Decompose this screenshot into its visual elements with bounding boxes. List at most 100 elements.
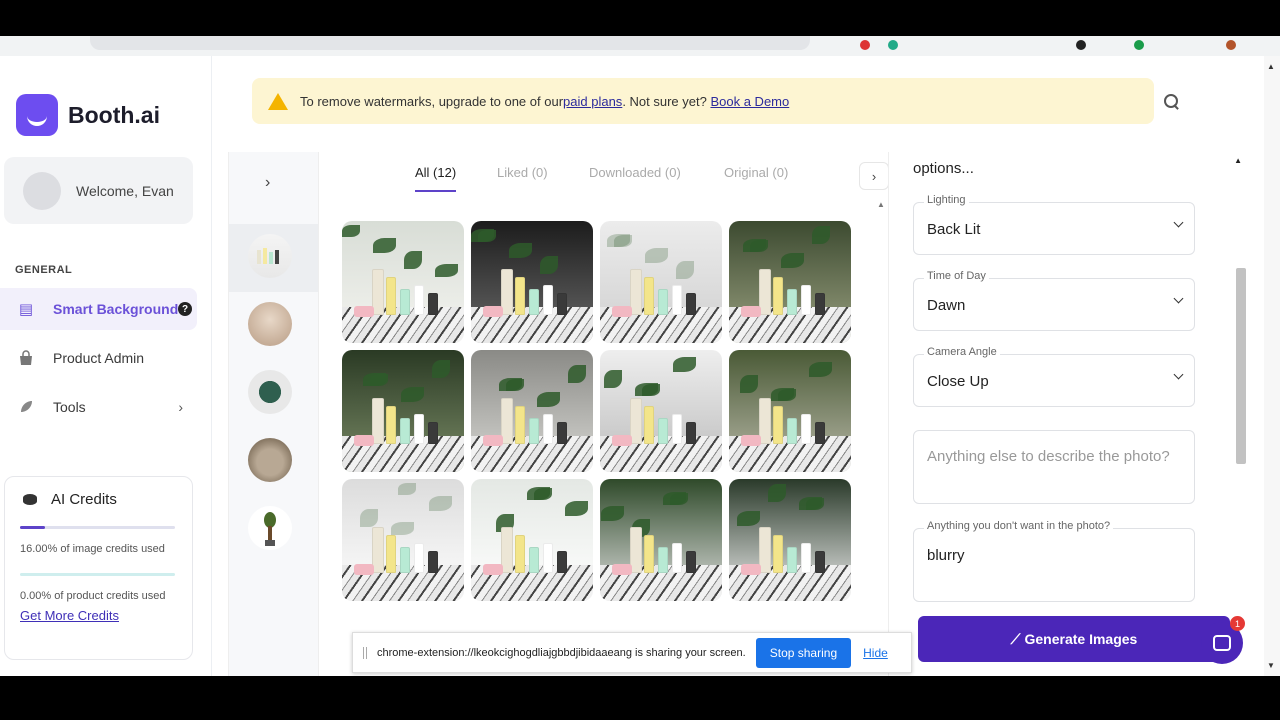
extension-icon[interactable]	[860, 40, 870, 50]
user-card[interactable]: Welcome, Evan	[4, 157, 193, 224]
product-bottle	[414, 543, 424, 573]
sidebar-item-smart-backgrounds[interactable]: ▤ Smart Backgrounds ?	[0, 288, 197, 330]
product-bottle	[414, 414, 424, 444]
camera-angle-select[interactable]: Camera Angle Close Up	[913, 346, 1195, 407]
book-demo-link[interactable]: Book a Demo	[710, 94, 789, 109]
scrollbar[interactable]	[1236, 268, 1246, 464]
plant-leaf	[404, 251, 422, 269]
tab-downloaded[interactable]: Downloaded (0)	[589, 165, 681, 190]
sidebar-item-product-admin[interactable]: Product Admin	[0, 337, 197, 379]
product-bottle	[557, 293, 567, 315]
lighting-value: Back Lit	[927, 221, 981, 238]
help-icon[interactable]: ?	[178, 302, 192, 316]
product-bottle	[801, 285, 811, 315]
address-bar[interactable]	[90, 36, 810, 50]
product-thumbnail[interactable]	[248, 438, 292, 482]
tab-all[interactable]: All (12)	[415, 165, 457, 192]
plant-leaf	[401, 387, 424, 402]
product-thumbnail[interactable]	[248, 506, 292, 550]
scroll-up-icon[interactable]: ▲	[1267, 62, 1275, 71]
sidebar-item-tools[interactable]: Tools ›	[0, 386, 197, 428]
generated-image[interactable]	[600, 350, 722, 472]
product-bottle	[428, 293, 438, 315]
time-of-day-select[interactable]: Time of Day Dawn	[913, 270, 1195, 331]
product-credits-text: 0.00% of product credits used	[20, 590, 166, 602]
plant-leaf	[537, 392, 560, 407]
plant-leaf	[812, 226, 830, 244]
chevron-right-icon[interactable]: ›	[265, 174, 270, 192]
product-thumbnail[interactable]	[248, 234, 292, 278]
extension-icon[interactable]	[1076, 40, 1086, 50]
profile-avatar-icon[interactable]	[1226, 40, 1236, 50]
generated-image[interactable]	[600, 479, 722, 601]
generated-image[interactable]	[471, 221, 593, 343]
app-page: Booth.ai Welcome, Evan GENERAL ▤ Smart B…	[0, 56, 1280, 676]
product-bottle	[658, 418, 668, 444]
generated-image[interactable]	[729, 479, 851, 601]
warning-icon	[268, 92, 288, 110]
magic-wand-icon: ⟋	[1010, 630, 1021, 647]
drag-handle-icon[interactable]	[363, 646, 367, 659]
product-thumbnail[interactable]	[248, 370, 292, 414]
product-jar	[483, 564, 503, 575]
plant-leaf	[342, 225, 360, 237]
negative-prompt-textarea[interactable]: Anything you don't want in the photo? bl…	[913, 520, 1195, 602]
product-thumbnails: ›	[228, 152, 319, 676]
generated-image[interactable]	[729, 221, 851, 343]
scroll-down-icon[interactable]: ▼	[1267, 661, 1275, 670]
generate-images-label: Generate Images	[1024, 631, 1138, 647]
search-icon[interactable]	[1160, 90, 1182, 112]
tabs-next-button[interactable]: ›	[859, 162, 889, 190]
page-scrollbar[interactable]: ▲ ▼	[1264, 56, 1280, 676]
hide-sharing-bar-link[interactable]: Hide	[863, 646, 888, 660]
generated-images-panel: All (12) Liked (0) Downloaded (0) Origin…	[318, 152, 889, 676]
tab-liked[interactable]: Liked (0)	[497, 165, 548, 190]
generated-image[interactable]	[600, 221, 722, 343]
time-of-day-value: Dawn	[927, 297, 966, 314]
tab-original[interactable]: Original (0)	[724, 165, 788, 190]
product-jar	[741, 564, 761, 575]
product-bottle	[773, 406, 783, 444]
credits-title-text: AI Credits	[51, 491, 117, 508]
generate-images-button[interactable]: ⟋ Generate Images	[918, 616, 1230, 662]
notification-badge: 1	[1230, 616, 1245, 631]
plant-leaf	[432, 360, 450, 378]
lighting-select[interactable]: Lighting Back Lit	[913, 194, 1195, 255]
brand-logo[interactable]: Booth.ai	[16, 94, 160, 136]
chat-launcher-button[interactable]: 1	[1201, 616, 1245, 664]
product-credits-bar	[20, 573, 175, 576]
paid-plans-link[interactable]: paid plans	[563, 94, 622, 109]
generated-image[interactable]	[342, 221, 464, 343]
lighting-label: Lighting	[924, 194, 969, 206]
get-more-credits-link[interactable]: Get More Credits	[20, 608, 177, 623]
product-bottle	[400, 547, 410, 573]
scroll-up-icon[interactable]: ▲	[877, 200, 885, 209]
product-jar	[354, 306, 374, 317]
plant-leaf	[363, 373, 386, 386]
scroll-up-icon[interactable]: ▲	[1234, 156, 1242, 165]
generated-image[interactable]	[729, 350, 851, 472]
product-bottle	[672, 285, 682, 315]
layers-icon: ▤	[18, 301, 34, 318]
product-bottle	[557, 422, 567, 444]
generated-image[interactable]	[342, 479, 464, 601]
plant-leaf	[809, 362, 832, 377]
stop-sharing-button[interactable]: Stop sharing	[755, 637, 852, 668]
product-bottle	[529, 547, 539, 573]
product-bottle	[644, 277, 654, 315]
extension-icon[interactable]	[888, 40, 898, 50]
product-bottle	[658, 547, 668, 573]
extension-icon[interactable]	[1134, 40, 1144, 50]
generated-image[interactable]	[471, 479, 593, 601]
product-bottle	[773, 277, 783, 315]
time-of-day-label: Time of Day	[924, 270, 989, 282]
plant-leaf	[540, 256, 558, 274]
brand-name: Booth.ai	[68, 101, 160, 128]
generated-image[interactable]	[471, 350, 593, 472]
plant-leaf	[635, 383, 658, 396]
product-thumbnail[interactable]	[248, 302, 292, 346]
plant-leaf	[768, 484, 786, 502]
describe-photo-textarea[interactable]: Anything else to describe the photo?	[913, 430, 1195, 504]
product-bottle	[644, 406, 654, 444]
generated-image[interactable]	[342, 350, 464, 472]
